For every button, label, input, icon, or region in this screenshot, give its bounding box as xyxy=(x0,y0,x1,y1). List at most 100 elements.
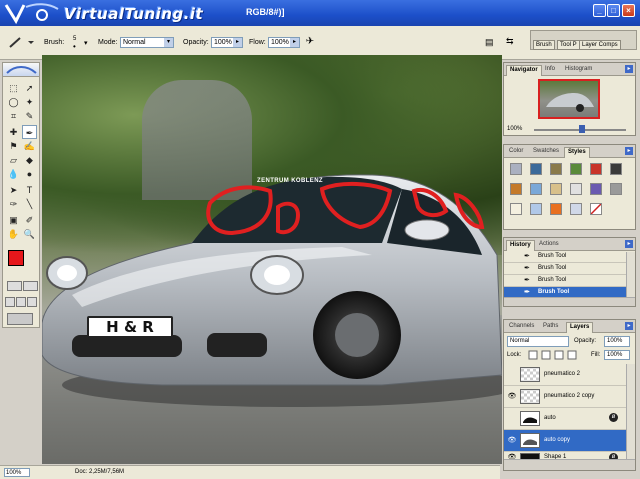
layer-row-selected[interactable]: 👁 auto copy xyxy=(504,430,627,452)
eyedropper-icon[interactable]: ✐ xyxy=(22,213,37,227)
pen-tool-icon[interactable]: ✑ xyxy=(6,197,21,211)
style-swatch[interactable] xyxy=(550,203,562,215)
style-swatch[interactable] xyxy=(570,183,582,195)
layer-opacity-input[interactable]: 100% xyxy=(604,336,630,347)
standard-mode-button[interactable] xyxy=(7,281,22,291)
toolbox-header[interactable] xyxy=(3,63,39,77)
mode-select[interactable]: Normal ▾ xyxy=(120,37,174,48)
brush-tool-icon[interactable]: ✒ xyxy=(22,125,37,139)
tab-swatches[interactable]: Swatches xyxy=(530,147,562,158)
style-swatch[interactable] xyxy=(510,203,522,215)
style-swatch[interactable] xyxy=(530,183,542,195)
close-button[interactable]: × xyxy=(622,4,635,17)
history-brush-icon[interactable]: ✍ xyxy=(22,139,37,153)
palette-menu-icon[interactable]: ▸ xyxy=(625,240,633,248)
style-swatch[interactable] xyxy=(510,183,522,195)
style-swatch[interactable] xyxy=(570,203,582,215)
style-swatch[interactable] xyxy=(530,203,542,215)
eraser-tool-icon[interactable]: ▱ xyxy=(6,153,21,167)
history-step[interactable]: ✒ Brush Tool xyxy=(504,275,627,287)
foreground-color-swatch[interactable] xyxy=(8,250,24,266)
style-swatch[interactable] xyxy=(590,163,602,175)
marquee-tool-icon[interactable]: ⬚ xyxy=(6,81,21,95)
lasso-tool-icon[interactable]: ◯ xyxy=(6,95,21,109)
opacity-input[interactable]: 100% ▸ xyxy=(211,37,243,48)
history-scrollbar[interactable] xyxy=(626,252,635,298)
zoom-tool-icon[interactable]: 🔍 xyxy=(22,227,37,241)
style-swatch-none[interactable] xyxy=(590,203,602,215)
brush-picker[interactable]: 5 • ▾ xyxy=(70,36,92,51)
tab-actions[interactable]: Actions xyxy=(536,240,562,251)
style-swatch[interactable] xyxy=(590,183,602,195)
hand-tool-icon[interactable]: ✋ xyxy=(6,227,21,241)
layers-footer-buttons[interactable] xyxy=(504,459,635,470)
layer-row[interactable]: 👁 pneumatico 2 copy xyxy=(504,386,627,408)
magic-wand-icon[interactable]: ✦ xyxy=(22,95,37,109)
path-selection-icon[interactable]: ➤ xyxy=(6,183,21,197)
lock-buttons[interactable] xyxy=(528,350,588,360)
style-swatch[interactable] xyxy=(610,183,622,195)
tab-channels[interactable]: Channels xyxy=(506,322,537,333)
clone-stamp-icon[interactable]: ⚑ xyxy=(6,139,21,153)
tab-info[interactable]: Info xyxy=(542,65,558,76)
healing-brush-icon[interactable]: ✚ xyxy=(6,125,21,139)
palette-menu-icon[interactable]: ▸ xyxy=(625,322,633,330)
paint-bucket-icon[interactable]: ◆ xyxy=(22,153,37,167)
history-step[interactable]: ✒ Brush Tool xyxy=(504,251,627,263)
style-swatch[interactable] xyxy=(610,163,622,175)
layer-effects-icon[interactable]: ø xyxy=(609,413,618,422)
tab-paths[interactable]: Paths xyxy=(540,322,561,333)
crop-tool-icon[interactable]: ⌗ xyxy=(6,109,21,123)
zoom-level-field[interactable]: 100% xyxy=(4,468,30,477)
tab-navigator[interactable]: Navigator xyxy=(506,65,542,76)
tool-preset-picker[interactable] xyxy=(6,36,36,49)
eye-icon[interactable] xyxy=(507,370,517,379)
airbrush-icon[interactable]: ✈ xyxy=(303,36,317,49)
screen-mode-full-icon[interactable] xyxy=(27,297,37,307)
eye-icon[interactable]: 👁 xyxy=(507,436,517,445)
palette-menu-icon[interactable]: ▸ xyxy=(625,147,633,155)
well-tab-tool-presets[interactable]: Tool P xyxy=(557,40,580,50)
well-tab-brushes[interactable]: Brush xyxy=(533,40,555,50)
history-step[interactable]: ✒ Brush Tool xyxy=(504,263,627,275)
palette-menu-icon[interactable]: ▸ xyxy=(625,65,633,73)
file-browser-icon[interactable]: ▤ xyxy=(485,37,496,48)
flow-input[interactable]: 100% ▸ xyxy=(268,37,300,48)
slice-tool-icon[interactable]: ✎ xyxy=(22,109,37,123)
jump-to-imageready-icon[interactable] xyxy=(7,313,33,325)
type-tool-icon[interactable]: T xyxy=(22,183,37,197)
tab-histogram[interactable]: Histogram xyxy=(562,65,595,76)
tab-layers[interactable]: Layers xyxy=(566,322,594,333)
document-canvas[interactable]: ZENTRUM KOBLENZ H & R xyxy=(42,55,502,464)
style-swatch[interactable] xyxy=(550,183,562,195)
well-tab-layer-comps[interactable]: Layer Comps xyxy=(579,40,621,50)
navigator-zoom-knob[interactable] xyxy=(579,125,585,133)
screen-mode-full-menu-icon[interactable] xyxy=(16,297,26,307)
notes-tool-icon[interactable]: ▣ xyxy=(6,213,21,227)
layers-scrollbar[interactable] xyxy=(626,364,635,459)
eye-icon[interactable] xyxy=(507,414,517,423)
palette-dock-icon[interactable]: ⇆ xyxy=(506,36,520,48)
style-swatch[interactable] xyxy=(570,163,582,175)
dodge-tool-icon[interactable]: ● xyxy=(22,167,37,181)
quick-mask-button[interactable] xyxy=(23,281,38,291)
navigator-zoom-value[interactable]: 100% xyxy=(507,126,522,132)
tab-styles[interactable]: Styles xyxy=(564,147,590,158)
eye-icon[interactable]: 👁 xyxy=(507,392,517,401)
style-swatch[interactable] xyxy=(550,163,562,175)
blur-tool-icon[interactable]: 💧 xyxy=(6,167,21,181)
blend-mode-select[interactable]: Normal xyxy=(507,336,569,347)
style-swatch[interactable] xyxy=(530,163,542,175)
style-swatch[interactable] xyxy=(510,163,522,175)
minimize-button[interactable]: _ xyxy=(593,4,606,17)
fill-input[interactable]: 100% xyxy=(604,350,630,360)
layer-row[interactable]: pneumatico 2 xyxy=(504,364,627,386)
navigator-thumbnail[interactable] xyxy=(538,79,600,119)
move-tool-icon[interactable]: ➚ xyxy=(22,81,37,95)
maximize-button[interactable]: □ xyxy=(607,4,620,17)
line-tool-icon[interactable]: ╲ xyxy=(22,197,37,211)
tab-color[interactable]: Color xyxy=(506,147,526,158)
tab-history[interactable]: History xyxy=(506,240,535,251)
screen-mode-standard-icon[interactable] xyxy=(5,297,15,307)
layer-row[interactable]: auto ø xyxy=(504,408,627,430)
